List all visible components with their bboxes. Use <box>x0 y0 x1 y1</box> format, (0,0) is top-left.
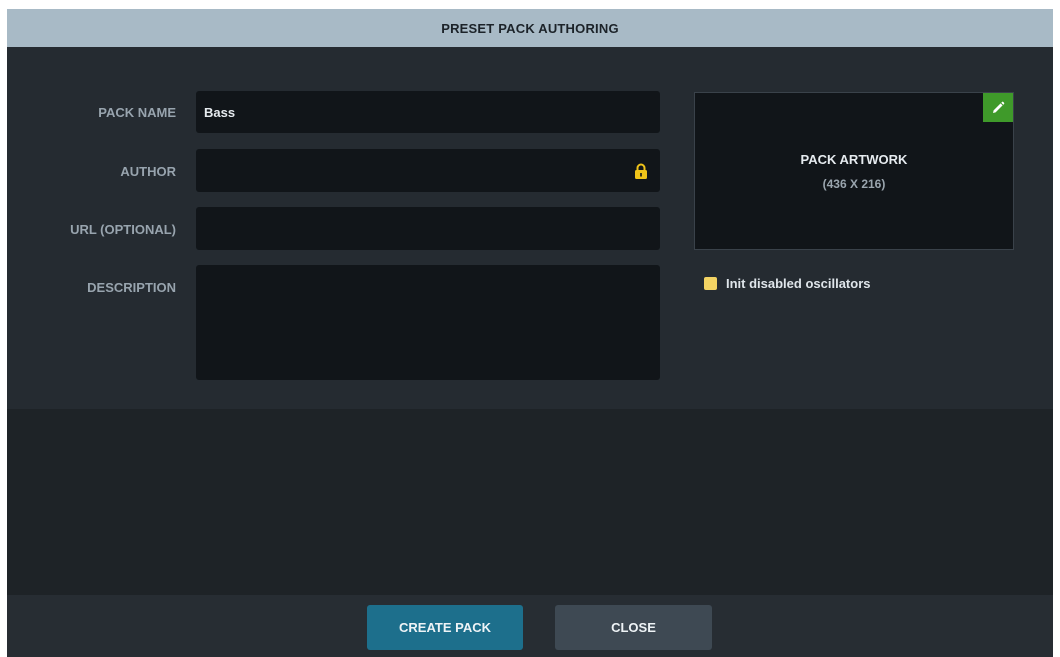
pencil-icon <box>993 101 1005 113</box>
form-area: PACK NAME Bass AUTHOR URL (OPTIONAL) DES… <box>7 47 1053 409</box>
close-button[interactable]: CLOSE <box>555 605 712 650</box>
author-input[interactable] <box>196 149 660 192</box>
dialog-title: PRESET PACK AUTHORING <box>7 9 1053 47</box>
empty-panel <box>7 409 1053 595</box>
artwork-title: PACK ARTWORK <box>800 151 908 167</box>
preset-pack-dialog: PRESET PACK AUTHORING PACK NAME Bass AUT… <box>7 9 1053 657</box>
artwork-size: (436 X 216) <box>822 176 886 191</box>
pack-name-label: PACK NAME <box>98 105 176 120</box>
url-input[interactable] <box>196 207 660 250</box>
description-label: DESCRIPTION <box>87 280 176 295</box>
create-pack-button[interactable]: CREATE PACK <box>367 605 523 650</box>
init-disabled-oscillators-checkbox[interactable] <box>704 277 717 290</box>
description-textarea[interactable] <box>196 265 660 380</box>
url-label: URL (OPTIONAL) <box>70 222 176 237</box>
lock-icon <box>635 163 647 179</box>
init-disabled-oscillators-label: Init disabled oscillators <box>726 276 871 291</box>
init-disabled-oscillators-option[interactable]: Init disabled oscillators <box>704 276 870 291</box>
pack-name-input[interactable]: Bass <box>196 91 660 133</box>
author-label: AUTHOR <box>120 164 176 179</box>
edit-artwork-button[interactable] <box>983 93 1013 122</box>
dialog-footer: CREATE PACK CLOSE <box>7 595 1053 657</box>
pack-artwork-dropzone[interactable]: PACK ARTWORK (436 X 216) <box>694 92 1014 250</box>
